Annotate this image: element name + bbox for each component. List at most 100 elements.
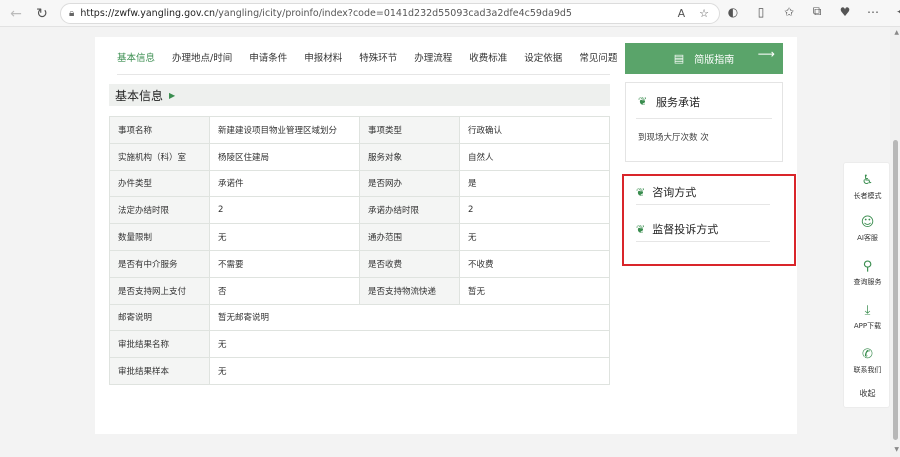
service-commitment-card: ❦ 服务承诺 到现场大厅次数 次 — [625, 82, 783, 162]
field-value: 2 — [459, 196, 610, 225]
table-row: 是否支持网上支付否是否支持物流快递 暂无 — [109, 276, 610, 305]
search-icon: ⚲ — [862, 259, 873, 274]
section-title: 基本信息 — [115, 88, 164, 103]
field-value: 2 — [209, 196, 360, 225]
collapse-button[interactable]: 收起 — [844, 388, 891, 399]
complaint-title: 监督投诉方式 — [652, 223, 719, 236]
tab-materials[interactable]: 申报材料 — [304, 50, 342, 70]
field-label: 法定办结时限 — [109, 196, 210, 225]
extension-icon[interactable]: ◐ — [725, 5, 741, 19]
tab-divider — [117, 74, 610, 75]
service-commitment-title: 服务承诺 — [656, 96, 700, 109]
field-value: 是 — [459, 169, 610, 198]
collections-icon[interactable]: ⧉ — [809, 4, 825, 19]
field-value: 暂无 — [459, 276, 610, 305]
download-icon: ⤓ — [864, 303, 871, 318]
field-label: 审批结果样本 — [109, 357, 210, 385]
address-bar[interactable]: 🔒︎ https://zwfw.yangling.gov.cn /yanglin… — [60, 3, 720, 24]
copilot-icon[interactable]: ✦ — [893, 5, 900, 19]
app-download-label: APP下载 — [853, 322, 882, 330]
field-label: 事项类型 — [359, 116, 460, 144]
tab-basis[interactable]: 设定依据 — [524, 50, 562, 70]
tab-location-time[interactable]: 办理地点/时间 — [172, 50, 232, 70]
table-row: 法定办结时限 2 承诺办结时限 2 — [109, 196, 610, 225]
field-value: 杨陵区住建局 — [209, 142, 360, 171]
tab-fees[interactable]: 收费标准 — [469, 50, 507, 70]
scrollbar-thumb[interactable] — [893, 140, 898, 440]
leaf-icon: ❦ — [638, 95, 648, 108]
table-row: 办件类型 承诺件 是否网办是 — [109, 169, 610, 198]
table-row: 事项名称 新建建设项目物业管理区域划分 事项类型 行政确认 — [109, 116, 610, 144]
field-value: 暂无邮寄说明 — [209, 303, 610, 332]
tab-basic-info[interactable]: 基本信息 — [117, 50, 155, 70]
leaf-icon: ❦ — [636, 222, 646, 236]
tab-conditions[interactable]: 申请条件 — [249, 50, 287, 70]
ai-service-label: AI客服 — [857, 234, 878, 242]
url-host: https://zwfw.yangling.gov.cn — [80, 8, 216, 19]
divider — [636, 204, 770, 205]
tab-process[interactable]: 办理流程 — [414, 50, 452, 70]
field-value: 无 — [209, 357, 610, 385]
field-label: 审批结果名称 — [109, 330, 210, 359]
consultation-title: 咨询方式 — [652, 186, 697, 199]
consultation-method[interactable]: ❦ 咨询方式 — [636, 184, 696, 200]
url-path: /yangling/icity/proinfo/index?code=0141d… — [215, 8, 572, 19]
field-value: 无 — [459, 223, 610, 251]
floating-toolbar: ♿︎ 长者模式 ☺ AI客服 ⚲ 查询服务 ⤓ APP下载 ✆ 联系我们 收起 — [843, 162, 890, 408]
basic-info-table: 事项名称 新建建设项目物业管理区域划分 事项类型 行政确认 实施机构（科）室 杨陵区住建局… — [109, 116, 610, 385]
divider — [636, 241, 770, 242]
field-value: 承诺件 — [209, 169, 360, 198]
table-row: 审批结果名称无 — [109, 330, 610, 359]
field-label: 数量限制 — [109, 223, 210, 251]
query-service-label: 查询服务 — [853, 278, 882, 286]
more-menu-icon[interactable]: ⋯ — [865, 5, 881, 19]
field-label: 承诺办结时限 — [359, 196, 460, 225]
security-icon[interactable]: ♥ — [837, 5, 853, 19]
back-icon[interactable]: ← — [4, 2, 28, 26]
favorite-star-icon[interactable]: ☆ — [699, 7, 709, 20]
scroll-down-icon[interactable]: ▼ — [894, 446, 899, 453]
table-row: 是否有中介服务 不需要 是否收费 不收费 — [109, 249, 610, 278]
caret-right-icon: ▶ — [169, 90, 176, 100]
table-row: 实施机构（科）室 杨陵区住建局 服务对象 自然人 — [109, 142, 610, 171]
complaint-method[interactable]: ❦ 监督投诉方式 — [636, 221, 718, 237]
elder-icon: ♿︎ — [861, 173, 874, 188]
field-value: 自然人 — [459, 142, 610, 171]
field-label: 办件类型 — [109, 169, 210, 198]
reload-icon[interactable]: ↻ — [30, 2, 54, 26]
document-icon: ▤ — [673, 52, 685, 65]
elder-mode-button[interactable]: ♿︎ 长者模式 — [844, 173, 891, 201]
elder-mode-label: 长者模式 — [853, 192, 882, 200]
field-label: 服务对象 — [359, 142, 460, 171]
field-value: 新建建设项目物业管理区域划分 — [209, 116, 360, 144]
robot-icon: ☺ — [860, 215, 875, 230]
field-label: 是否支持网上支付 — [109, 276, 210, 305]
split-screen-icon[interactable]: ▯ — [753, 5, 769, 19]
brief-guide-label: 简版指南 — [694, 55, 735, 66]
tab-special-steps[interactable]: 特殊环节 — [359, 50, 397, 70]
field-value: 行政确认 — [459, 116, 610, 144]
arrow-right-icon: ⟶ — [757, 47, 775, 61]
favorites-icon[interactable]: ✩ — [781, 5, 797, 19]
field-label: 实施机构（科）室 — [109, 142, 210, 171]
field-label: 是否支持物流快递 — [359, 276, 460, 305]
field-value: 否 — [209, 276, 360, 305]
read-aloud-icon[interactable]: A — [678, 7, 686, 20]
tab-faq[interactable]: 常见问题 — [579, 50, 617, 70]
brief-guide-button[interactable]: ▤ 简版指南 ⟶ — [625, 43, 783, 74]
field-value: 不收费 — [459, 249, 610, 278]
table-row: 邮寄说明 暂无邮寄说明 — [109, 303, 610, 332]
app-download-button[interactable]: ⤓ APP下载 — [844, 303, 891, 331]
scroll-up-icon[interactable]: ▲ — [894, 29, 899, 36]
contact-us-button[interactable]: ✆ 联系我们 — [844, 347, 891, 375]
field-label: 通办范围 — [359, 223, 460, 251]
service-commitment-text: 到现场大厅次数 次 — [638, 133, 709, 143]
field-label: 是否收费 — [359, 249, 460, 278]
table-row: 审批结果样本无 — [109, 357, 610, 385]
ai-service-button[interactable]: ☺ AI客服 — [844, 215, 891, 243]
field-value: 无 — [209, 330, 610, 359]
field-value: 不需要 — [209, 249, 360, 278]
query-service-button[interactable]: ⚲ 查询服务 — [844, 259, 891, 287]
field-label: 是否有中介服务 — [109, 249, 210, 278]
section-header: 基本信息 ▶ — [109, 84, 610, 106]
